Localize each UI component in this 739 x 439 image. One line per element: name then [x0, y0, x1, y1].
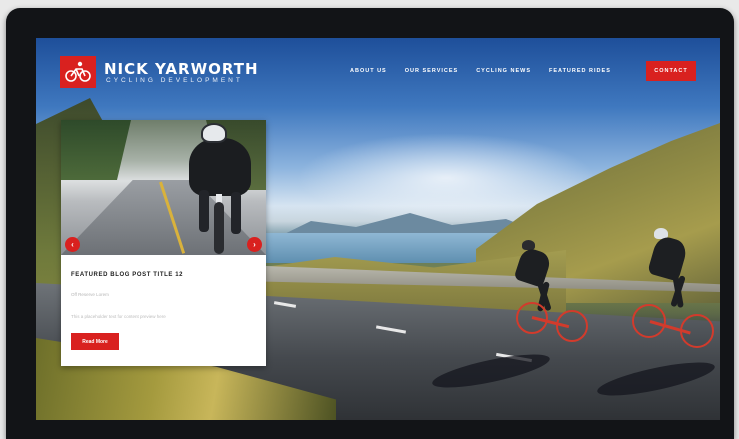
cyclist-icon: [65, 61, 91, 82]
brand-tagline: CYCLING DEVELOPMENT: [106, 77, 243, 84]
card-cyclist-leg: [199, 190, 209, 232]
post-excerpt: This a placeholder text for content prev…: [71, 314, 166, 319]
nav-item-cycling-news[interactable]: CYCLING NEWS: [476, 68, 531, 74]
nav-item-featured-rides[interactable]: FEATURED RIDES: [549, 68, 611, 74]
nav-item-our-services[interactable]: OUR SERVICES: [405, 68, 458, 74]
post-meta: Off Reserve Lorem: [71, 292, 109, 297]
contact-button[interactable]: CONTACT: [646, 61, 696, 81]
site-header: NICK YARWORTH CYCLING DEVELOPMENT ABOUT …: [36, 38, 720, 98]
chevron-left-icon: ‹: [71, 239, 74, 249]
website-screen: NICK YARWORTH CYCLING DEVELOPMENT ABOUT …: [36, 38, 720, 420]
brand-name: NICK YARWORTH: [104, 60, 259, 78]
carousel-next-button[interactable]: ›: [247, 237, 262, 252]
card-cyclist-leg: [231, 192, 241, 234]
read-more-button[interactable]: Read More: [71, 333, 119, 350]
card-cyclist-helmet: [201, 123, 227, 143]
site-logo[interactable]: [60, 56, 96, 88]
nav-item-about-us[interactable]: ABOUT US: [350, 68, 387, 74]
cyclist-body: [647, 234, 689, 282]
cyclist-figure: [513, 238, 594, 358]
card-cyclist-body: [189, 138, 251, 196]
post-title[interactable]: FEATURED BLOG POST TITLE 12: [71, 272, 261, 278]
chevron-right-icon: ›: [253, 239, 256, 249]
card-bike-wheel: [214, 202, 224, 254]
monitor-bezel: NICK YARWORTH CYCLING DEVELOPMENT ABOUT …: [6, 8, 734, 439]
cyclist-figure: [632, 228, 720, 368]
featured-post-card: ‹ › FEATURED BLOG POST TITLE 12 Off Rese…: [61, 120, 266, 366]
carousel-prev-button[interactable]: ‹: [65, 237, 80, 252]
trees-left: [61, 120, 131, 180]
featured-post-image[interactable]: [61, 120, 266, 255]
main-nav: ABOUT US OUR SERVICES CYCLING NEWS FEATU…: [350, 68, 611, 74]
